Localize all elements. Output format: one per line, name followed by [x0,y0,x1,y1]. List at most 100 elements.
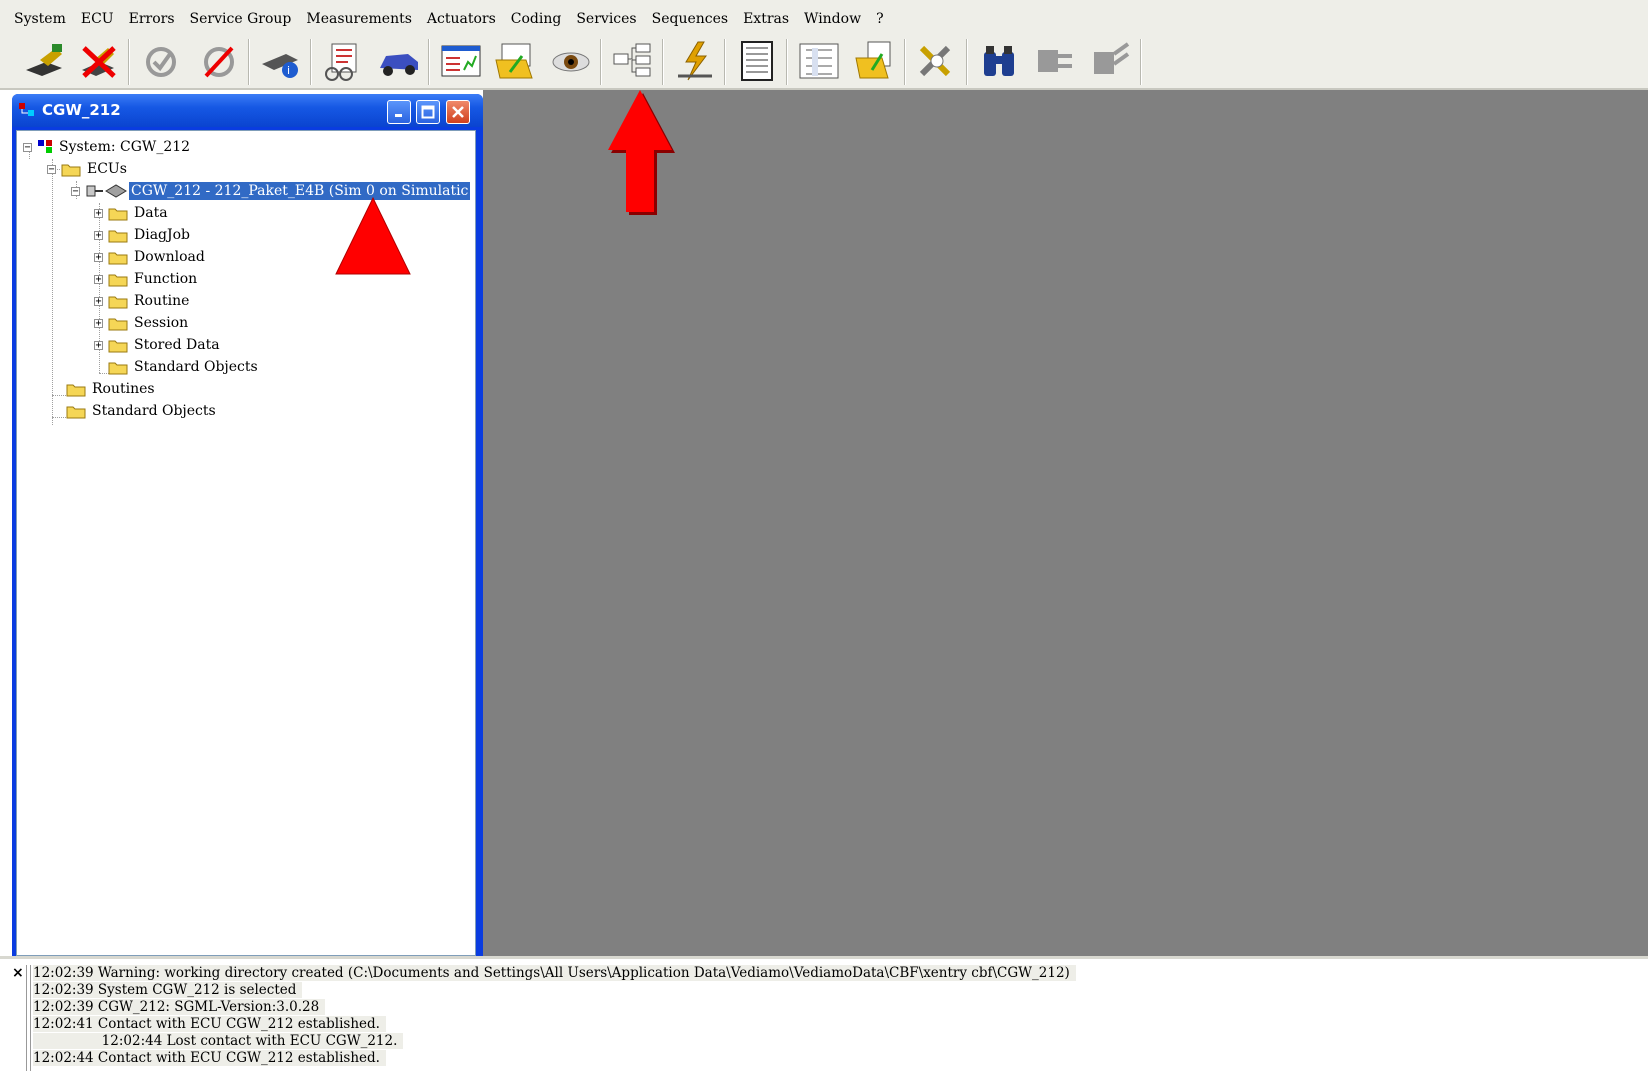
folder-icon [108,274,128,286]
documents-button[interactable] [318,38,368,84]
menu-service-group[interactable]: Service Group [190,10,292,28]
expand-icon[interactable]: + [94,340,103,350]
log-line: 12:02:44 Contact with ECU CGW_212 establ… [33,1050,1076,1067]
folder-icon [61,164,81,176]
tree-node-function[interactable]: + Function [94,268,197,290]
open-folder-icon [495,43,533,79]
tree-label-routine: Routine [134,293,190,309]
log-close-icon[interactable]: × [12,965,24,981]
annotation-triangle-icon [335,196,411,275]
maximize-button[interactable] [416,100,440,124]
tools-button[interactable] [912,38,962,84]
reset-icon [204,46,234,78]
log-line: 12:02:39 System CGW_212 is selected [33,982,1076,999]
plug-in-button[interactable] [1030,38,1080,84]
view-button[interactable] [546,38,596,84]
menu-extras[interactable]: Extras [743,10,789,28]
ecu-icon [105,184,127,198]
tools-icon [919,45,951,77]
plug-out-icon [1094,42,1130,74]
list-icon [799,43,839,79]
folder-icon [108,252,128,264]
tree-node-routines[interactable]: Routines [66,378,155,400]
document-icon [741,41,773,81]
close-icon [452,106,464,118]
tree-node-session[interactable]: + Session [94,312,188,334]
log-line: 12:02:44 Lost contact with ECU CGW_212. [33,1033,1076,1050]
toolbar: i [0,36,1648,90]
expand-icon[interactable]: + [94,296,103,306]
view-icon [552,52,590,72]
tree-node-routine[interactable]: + Routine [94,290,189,312]
menu-ecu[interactable]: ECU [81,10,114,28]
vehicle-icon [380,54,418,76]
ecu-info-button[interactable]: i [256,38,306,84]
plug-out-button[interactable] [1086,38,1136,84]
menu-system[interactable]: System [14,10,66,28]
log-lines: 12:02:39 Warning: working directory crea… [33,965,1076,1067]
minimize-button[interactable] [387,100,411,124]
tree-node-standard-objects-ecu[interactable]: Standard Objects [108,356,258,378]
refresh-button[interactable] [136,38,186,84]
connect-icon [26,44,62,76]
system-window-icon [19,103,34,116]
open-folder-button[interactable] [490,38,540,84]
menu-coding[interactable]: Coding [511,10,562,28]
folder-icon [108,296,128,308]
expand-icon[interactable]: + [94,274,103,284]
svg-text:i: i [287,64,290,77]
tree-node-download[interactable]: + Download [94,246,205,268]
folder-icon [108,362,128,374]
load-folder-button[interactable] [850,38,900,84]
disconnect-button[interactable] [74,38,124,84]
menu-sequences[interactable]: Sequences [652,10,728,28]
folder-icon [108,318,128,330]
tree-structure-icon [613,43,651,77]
tree-label-function: Function [134,271,198,287]
tree-label-data: Data [134,205,168,221]
menu-bar: System ECU Errors Service Group Measurem… [0,0,1648,37]
report-button[interactable] [436,38,486,84]
reset-button[interactable] [194,38,244,84]
log-panel: × 12:02:39 Warning: working directory cr… [0,956,1648,1075]
expand-icon[interactable]: + [94,252,103,262]
tree-node-stored-data[interactable]: + Stored Data [94,334,220,356]
tree-node-diagjob[interactable]: + DiagJob [94,224,190,246]
collapse-icon[interactable]: − [71,186,80,196]
tree-node-standard-objects[interactable]: Standard Objects [66,400,216,422]
tree-node-data[interactable]: + Data [94,202,168,224]
collapse-icon[interactable]: − [23,142,32,152]
workspace: CGW_212 − System: CGW_212 − ECUs − CGW_2… [0,90,1648,956]
flash-button[interactable] [670,38,720,84]
menu-services[interactable]: Services [576,10,636,28]
expand-icon[interactable]: + [94,318,103,328]
menu-errors[interactable]: Errors [129,10,175,28]
log-splitter[interactable] [26,965,31,1071]
report-icon [441,45,481,77]
menu-help[interactable]: ? [876,10,884,28]
folder-icon [108,208,128,220]
menu-window[interactable]: Window [804,10,861,28]
document-button[interactable] [732,38,782,84]
folder-icon [66,406,86,418]
tree-label-ecus: ECUs [87,161,127,177]
menu-actuators[interactable]: Actuators [427,10,496,28]
connect-button[interactable] [20,38,70,84]
list-button[interactable] [794,38,844,84]
tree-structure-button[interactable] [608,38,658,84]
tree-node-ecus[interactable]: − ECUs [47,158,127,180]
expand-icon[interactable]: + [94,208,103,218]
expand-icon[interactable]: + [94,230,103,240]
binoculars-icon [984,46,1014,76]
vehicle-button[interactable] [374,38,424,84]
menu-measurements[interactable]: Measurements [306,10,412,28]
window-titlebar[interactable]: CGW_212 [12,94,483,127]
close-button[interactable] [446,100,470,124]
tree-label-session: Session [134,315,189,331]
tree-label-diagjob: DiagJob [134,227,191,243]
mdi-area [483,90,1648,956]
tree-node-system[interactable]: − System: CGW_212 [23,136,190,158]
log-line: 12:02:39 CGW_212: SGML-Version:3.0.28 [33,999,1076,1016]
collapse-icon[interactable]: − [47,164,56,174]
search-button[interactable] [974,38,1024,84]
